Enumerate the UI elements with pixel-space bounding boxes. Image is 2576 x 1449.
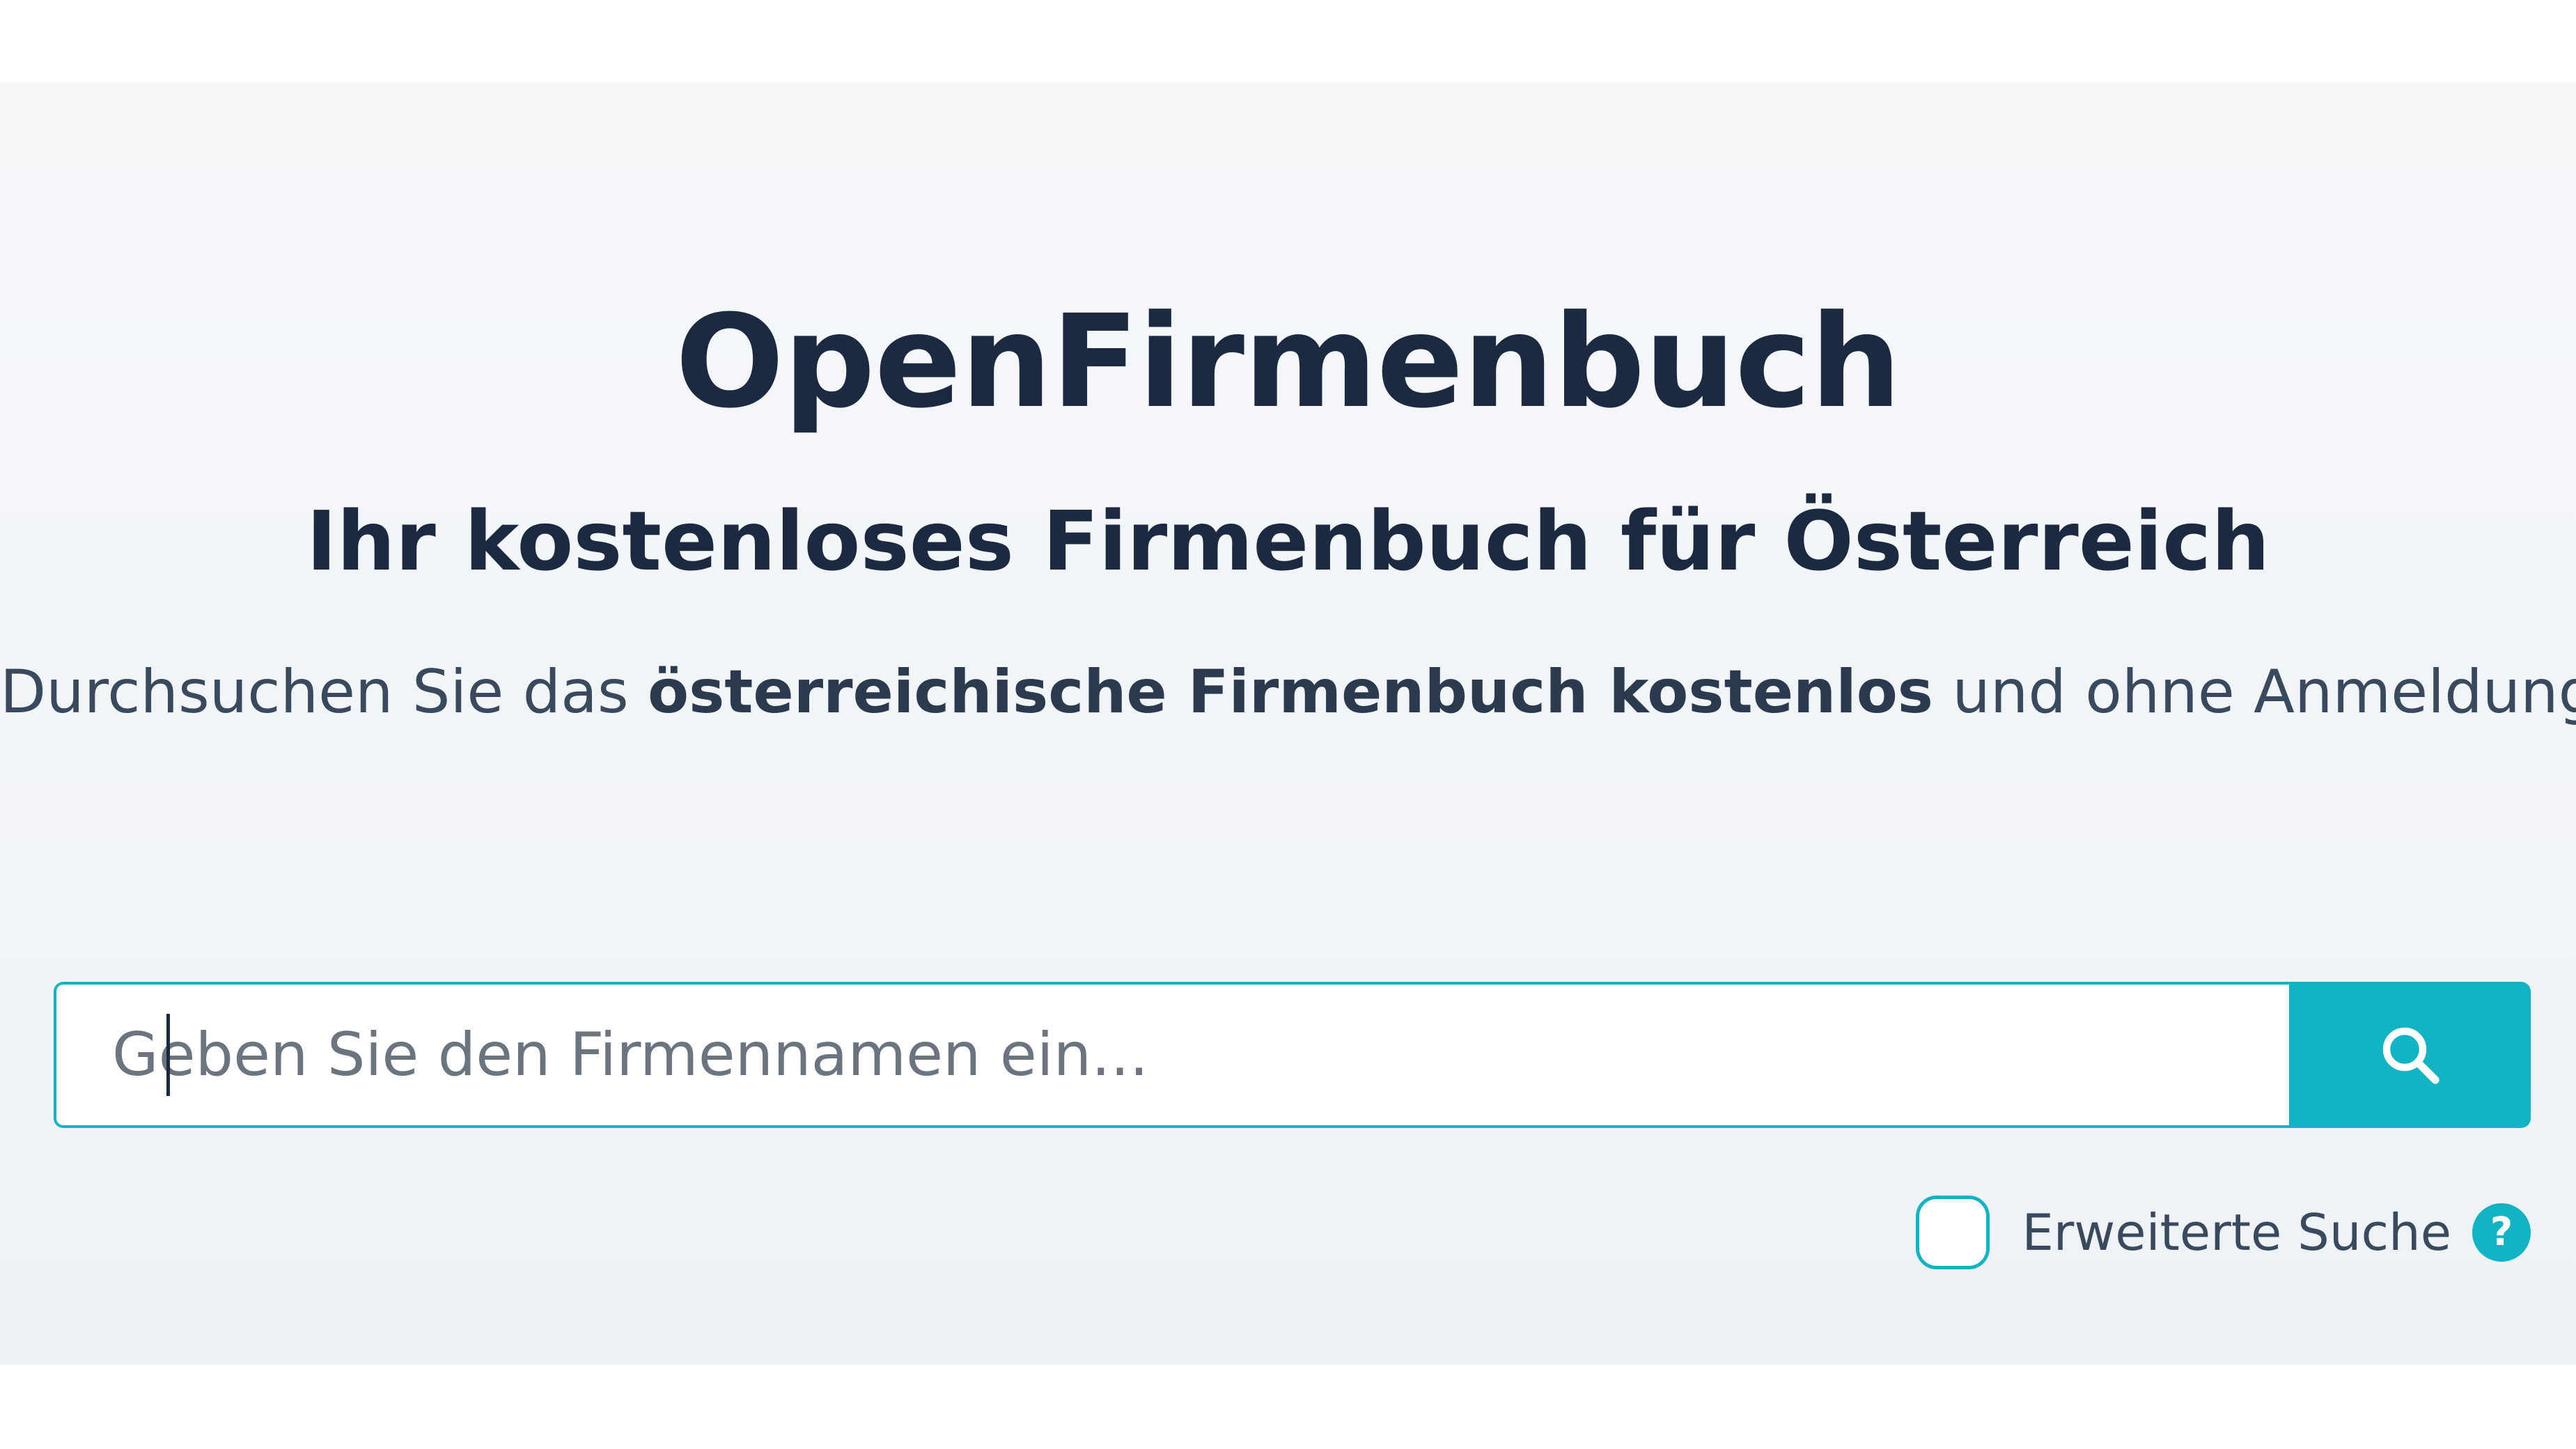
search-bar: [54, 982, 2531, 1128]
page-subtitle: Ihr kostenloses Firmenbuch für Österreic…: [306, 493, 2270, 589]
text-caret: [166, 1014, 170, 1096]
advanced-search-checkbox[interactable]: [1916, 1196, 1990, 1269]
advanced-search-row: Erweiterte Suche ?: [1916, 1194, 2531, 1271]
page-title: OpenFirmenbuch: [675, 288, 1902, 437]
search-icon: [2382, 1027, 2440, 1084]
help-icon[interactable]: ?: [2472, 1203, 2531, 1262]
search-input[interactable]: [54, 982, 2289, 1128]
description-suffix: und ohne Anmeldung.: [1933, 657, 2576, 727]
description-bold: österreichische Firmenbuch kostenlos: [648, 657, 1933, 727]
description-prefix: Durchsuchen Sie das: [0, 657, 648, 727]
advanced-search-label[interactable]: Erweiterte Suche: [2022, 1207, 2451, 1258]
hero-section: OpenFirmenbuch Ihr kostenloses Firmenbuc…: [0, 82, 2576, 1365]
search-button[interactable]: [2289, 982, 2531, 1128]
page-description: Durchsuchen Sie das österreichische Firm…: [0, 662, 2576, 722]
